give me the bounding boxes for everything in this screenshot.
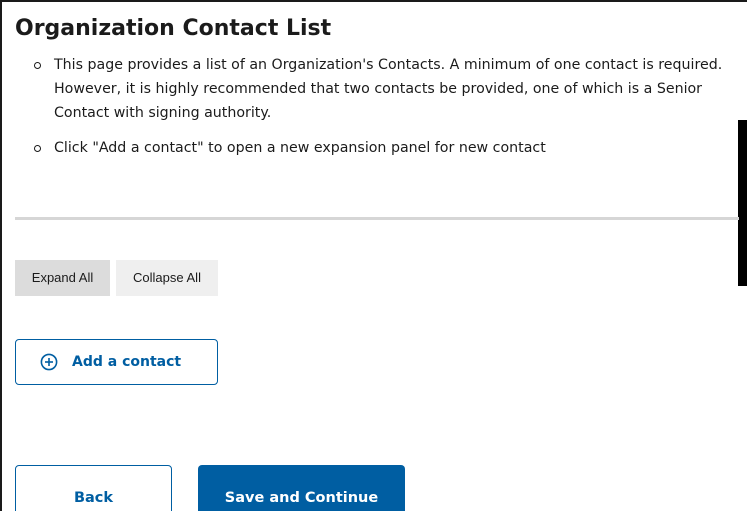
- bullet-icon: [34, 62, 41, 69]
- back-button[interactable]: Back: [15, 465, 172, 511]
- collapse-all-button[interactable]: Collapse All: [116, 260, 218, 296]
- save-and-continue-button[interactable]: Save and Continue: [198, 465, 405, 511]
- expand-all-button[interactable]: Expand All: [15, 260, 110, 296]
- section-divider: [15, 217, 739, 220]
- instruction-item: Click "Add a contact" to open a new expa…: [0, 136, 693, 160]
- add-contact-button[interactable]: Add a contact: [15, 339, 218, 385]
- bullet-icon: [34, 145, 41, 152]
- add-contact-label: Add a contact: [72, 354, 182, 370]
- instruction-text: Click "Add a contact" to open a new expa…: [54, 140, 546, 156]
- window-top-border: [0, 0, 747, 2]
- plus-circle-icon: [40, 353, 58, 371]
- page-title: Organization Contact List: [15, 16, 332, 41]
- instruction-text: This page provides a list of an Organiza…: [54, 57, 723, 121]
- instructions-list: This page provides a list of an Organiza…: [0, 53, 747, 160]
- instruction-item: This page provides a list of an Organiza…: [0, 53, 747, 125]
